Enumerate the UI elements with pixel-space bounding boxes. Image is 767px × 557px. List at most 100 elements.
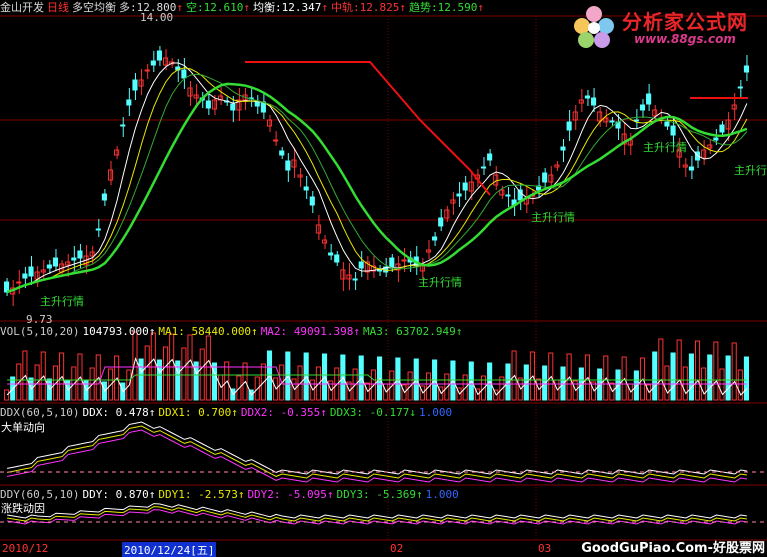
resistance-line-red xyxy=(245,61,491,196)
ddy-line-yellow xyxy=(7,506,747,522)
candle-body xyxy=(584,95,591,99)
candle-body xyxy=(688,166,694,171)
candle-body xyxy=(462,182,468,191)
candle-body xyxy=(389,257,395,269)
high-price-label: 14.00 xyxy=(140,11,174,24)
candle-body xyxy=(401,259,407,262)
trend-annotation: 主升行情 xyxy=(418,276,462,289)
ddx-subtitle: 大单动向 xyxy=(1,421,45,434)
candle-body xyxy=(358,261,364,269)
volume-bar xyxy=(725,355,731,401)
candle-body xyxy=(101,193,107,201)
volume-bar xyxy=(138,358,144,401)
stock-chart-window: 金山开发 日线 多空均衡 多:12.800↑ 空:12.610↑ 均衡:12.347↑ 中轨… xyxy=(0,0,767,557)
candle-body xyxy=(487,153,493,161)
candle-body xyxy=(438,217,444,227)
volume-bar xyxy=(193,361,199,401)
candle-body xyxy=(633,119,639,122)
trend-annotation: 主升行情 xyxy=(40,295,84,308)
candle-body xyxy=(609,120,615,123)
candle-body xyxy=(315,224,321,234)
selected-date-label: 2010/12/24[五] xyxy=(122,542,217,557)
ddx-value: DDX: 0.478↑ xyxy=(82,406,156,419)
ddx-title[interactable]: DDX(60,5,10) xyxy=(0,406,79,419)
candle-body xyxy=(65,261,71,266)
candle-body xyxy=(132,79,138,91)
ma-line-dark-green xyxy=(6,73,748,293)
candle-body xyxy=(456,193,462,197)
candle-body xyxy=(340,269,346,280)
candle-body xyxy=(260,101,266,113)
candle-body xyxy=(205,100,211,109)
candle-body xyxy=(71,257,77,261)
candle-body xyxy=(77,250,83,259)
ddy-value: DDY: 0.870↑ xyxy=(82,488,156,501)
candle-body xyxy=(377,269,383,272)
candle-body xyxy=(517,189,523,201)
volume-bar xyxy=(181,347,187,401)
trend-annotation: 主升行情 xyxy=(734,164,767,177)
candle-body xyxy=(34,271,40,280)
volume-bar xyxy=(664,365,670,401)
candle-body xyxy=(193,94,199,99)
candle-body xyxy=(664,121,670,127)
chart-canvas[interactable] xyxy=(0,0,767,557)
volume-bar xyxy=(156,359,162,401)
vol-title[interactable]: VOL(5,10,20) xyxy=(0,325,79,338)
ddx-ref-value: 1.000 xyxy=(419,406,453,419)
candle-body xyxy=(591,97,597,106)
candle-body xyxy=(334,254,340,263)
candle-body xyxy=(28,266,34,277)
candle-body xyxy=(22,273,28,279)
flower-logo-icon xyxy=(574,6,614,48)
volume-bar xyxy=(676,339,682,401)
candle-body xyxy=(181,69,187,79)
volume-bar xyxy=(713,341,719,401)
vol-value: 104793.000↑ xyxy=(82,325,156,338)
date-axis-month-02: 02 xyxy=(390,542,404,555)
candle-body xyxy=(95,228,101,231)
candle-body xyxy=(328,252,334,256)
ddy-line-white xyxy=(7,503,747,519)
candle-body xyxy=(273,139,279,142)
ddx2-value: DDX2: -0.355↑ xyxy=(240,406,327,419)
volume-bar xyxy=(205,335,211,401)
volume-bar xyxy=(707,354,713,401)
volume-bar xyxy=(670,352,676,401)
candle-body xyxy=(279,150,285,156)
volume-bar xyxy=(694,340,701,401)
candle-body xyxy=(230,103,236,111)
trend-annotation: 主升行情 xyxy=(643,141,687,154)
candle-body xyxy=(46,264,52,269)
volume-bar xyxy=(652,351,658,401)
volume-bar xyxy=(4,389,10,401)
date-axis-left: 2010/12 xyxy=(2,542,49,555)
ddy-subtitle: 涨跌动因 xyxy=(1,502,45,515)
candle-body xyxy=(646,93,652,105)
candle-body xyxy=(719,124,725,133)
volume-bar xyxy=(731,342,737,401)
vol-ma3: MA3: 63702.949↑ xyxy=(363,325,463,338)
site-logo: 分析家公式网 www.88gs.com xyxy=(560,2,765,52)
candle-body xyxy=(505,194,511,197)
candle-body xyxy=(480,166,487,169)
candle-body xyxy=(743,65,750,73)
ddx-panel-header: DDX(60,5,10) DDX: 0.478↑ DDX1: 0.700↑ DDX2:… xyxy=(0,406,455,420)
logo-url: www.88gs.com xyxy=(634,32,736,46)
ddx3-value: DDX3: -0.177↓ xyxy=(329,406,417,419)
candle-body xyxy=(352,278,358,281)
trend-annotation: 主升行情 xyxy=(531,211,575,224)
candle-body xyxy=(16,281,22,284)
volume-bar xyxy=(688,353,694,401)
candle-body xyxy=(566,121,572,131)
volume-bar xyxy=(162,346,169,401)
candle-body xyxy=(737,86,743,89)
footer-watermark: GoodGuPiao.Com-好股票网 xyxy=(581,541,765,556)
vol-ma1: MA1: 58440.000↑ xyxy=(158,325,258,338)
candle-body xyxy=(120,124,126,127)
ddy3-value: DDY3: -5.369↑ xyxy=(336,488,423,501)
ddx-line-white xyxy=(7,421,747,475)
candle-body xyxy=(150,60,156,66)
logo-title: 分析家公式网 xyxy=(622,10,748,34)
trend-line-green xyxy=(6,82,748,294)
